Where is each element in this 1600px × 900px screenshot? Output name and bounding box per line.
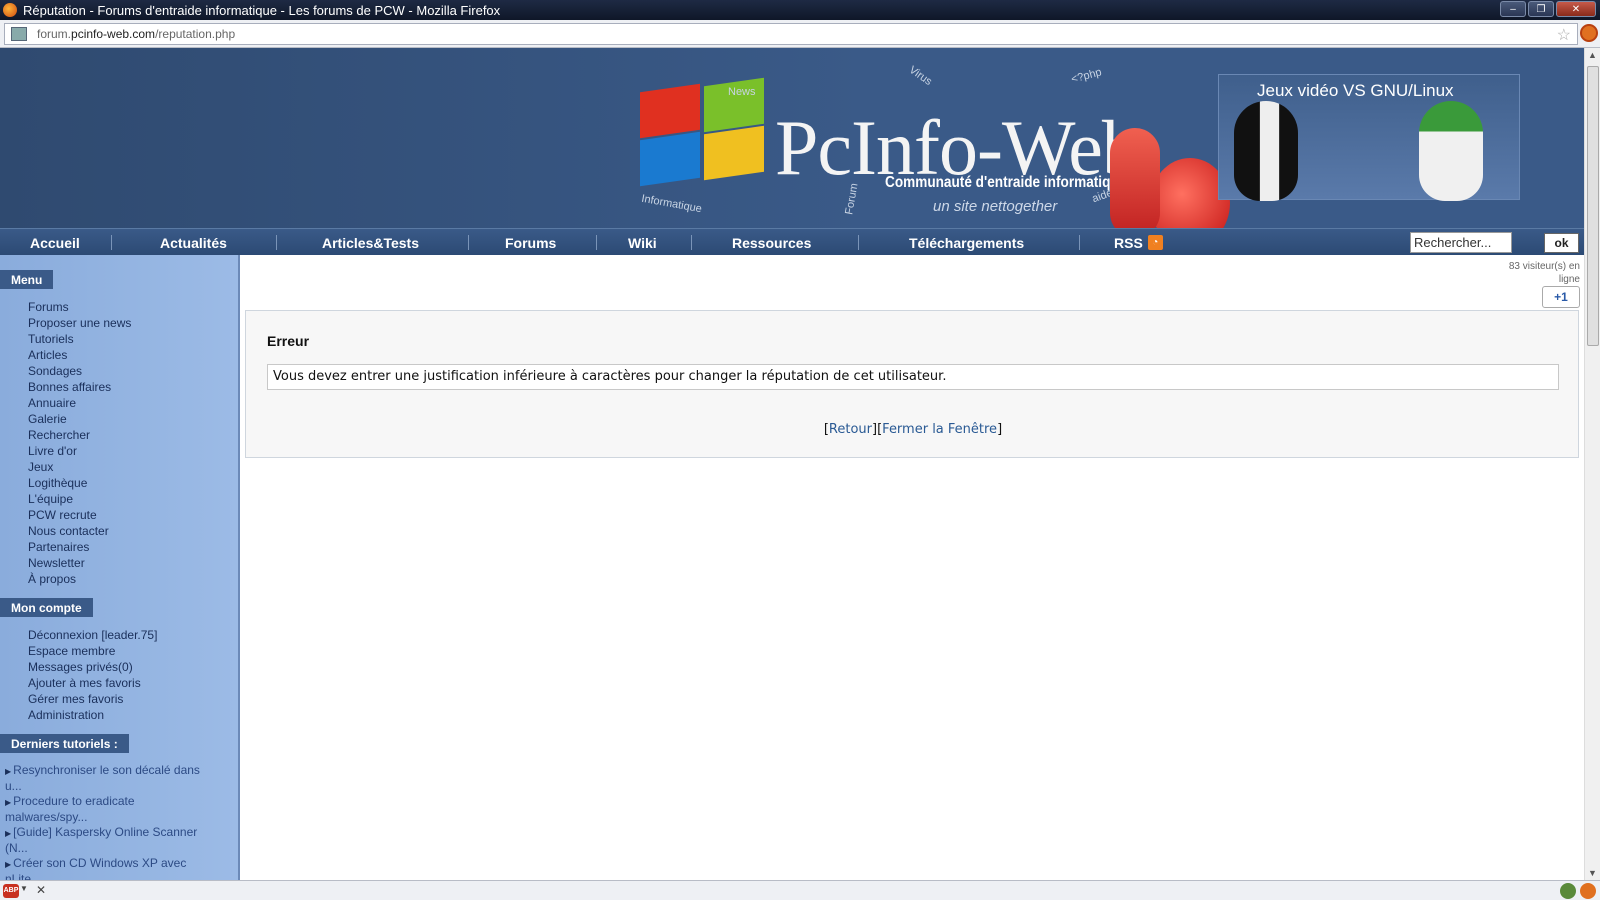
close-window-button[interactable]: ✕ [1556,1,1596,17]
menu-heading: Menu [0,270,54,289]
sidebar-item-deconnexion[interactable]: Déconnexion [leader.75] [28,628,157,642]
sidebar-item-articles[interactable]: Articles [28,348,67,362]
site-tagline: un site nettogether [933,198,1058,215]
nav-ressources[interactable]: Ressources [732,229,811,256]
scroll-down-arrow-icon[interactable]: ▼ [1588,868,1597,878]
search-input[interactable] [1410,232,1512,253]
window-titlebar: Réputation - Forums d'entraide informati… [0,0,1600,20]
close-window-link[interactable]: Fermer la Fenêtre [882,422,997,437]
sidebar-item-annuaire[interactable]: Annuaire [28,396,76,410]
google-plusone-button[interactable]: +1 [1542,286,1580,308]
sidebar-item-pcw-recrute[interactable]: PCW recrute [28,508,97,522]
sidebar-item-a-propos[interactable]: À propos [28,572,76,586]
sidebar-item-newsletter[interactable]: Newsletter [28,556,85,570]
online-visitors-count: 83 visiteur(s) en ligne [1508,261,1580,285]
tutorials-heading: Derniers tutoriels : [0,734,129,753]
translate-addon-icon[interactable] [1560,883,1576,899]
adblock-status-icon[interactable]: ABP [3,884,19,898]
adblock-addon-icon[interactable] [1580,883,1596,899]
back-link[interactable]: Retour [829,422,872,437]
scrollbar-thumb[interactable] [1587,66,1599,346]
scroll-up-arrow-icon[interactable]: ▲ [1588,50,1597,60]
rss-icon: ◔ [1147,235,1163,250]
sidebar-item-tutoriels[interactable]: Tutoriels [28,332,74,346]
deco-word: Virus [906,63,935,89]
firefox-icon [3,3,17,17]
site-header-banner: News Virus <?php Informatique Forum aide… [0,48,1584,228]
tutorial-link[interactable]: ▶ Resynchroniser le son décalé dans u... [5,763,210,794]
nav-rss-label: RSS [1114,234,1143,251]
chevron-down-icon[interactable]: ▼ [20,884,28,893]
status-addon-icons [1560,883,1596,899]
status-bar: ABP ▼ ✕ [0,880,1600,900]
sidebar-item-equipe[interactable]: L'équipe [28,492,73,506]
nav-telechargements[interactable]: Téléchargements [909,229,1024,256]
bullet-arrow-icon: ▶ [5,860,12,869]
nav-rss[interactable]: RSS ◔ [1114,229,1163,256]
promo-banner[interactable]: Jeux vidéo VS GNU/Linux [1218,74,1520,201]
deco-word: <?php [1069,66,1103,86]
site-subtitle: Communauté d'entraide informatique [885,174,1127,191]
penguin-gunner-image [1234,101,1298,201]
nav-actualites[interactable]: Actualités [160,229,227,256]
nav-accueil[interactable]: Accueil [30,229,80,256]
sidebar-item-messages-prives[interactable]: Messages privés(0) [28,660,133,674]
sidebar-item-administration[interactable]: Administration [28,708,104,722]
left-sidebar: Menu Forums Proposer une news Tutoriels … [0,255,240,880]
sidebar-item-jeux[interactable]: Jeux [28,460,53,474]
adblock-toolbar-icon[interactable] [1580,24,1598,42]
sidebar-item-livre-dor[interactable]: Livre d'or [28,444,77,458]
sidebar-item-proposer-news[interactable]: Proposer une news [28,316,131,330]
sidebar-item-sondages[interactable]: Sondages [28,364,82,378]
sidebar-item-ajouter-favoris[interactable]: Ajouter à mes favoris [28,676,141,690]
deco-word: News [728,86,756,98]
nav-wiki[interactable]: Wiki [628,229,657,256]
sidebar-item-logitheque[interactable]: Logithèque [28,476,87,490]
minimize-button[interactable]: – [1500,1,1526,17]
error-panel: Erreur Vous devez entrer une justificati… [245,310,1579,458]
bookmark-star-icon[interactable]: ☆ [1557,25,1571,45]
bullet-arrow-icon: ▶ [5,798,12,807]
sidebar-item-bonnes-affaires[interactable]: Bonnes affaires [28,380,111,394]
tutorial-link[interactable]: ▶ [Guide] Kaspersky Online Scanner (N... [5,825,210,856]
tutorial-link[interactable]: ▶ Créer son CD Windows XP avec nLite... [5,856,210,880]
sidebar-item-galerie[interactable]: Galerie [28,412,67,426]
address-bar[interactable]: forum.pcinfo-web.com/reputation.php ☆ [4,23,1578,45]
sidebar-item-gerer-favoris[interactable]: Gérer mes favoris [28,692,123,706]
promo-title: Jeux vidéo VS GNU/Linux [1257,81,1454,100]
error-actions: [Retour][Fermer la Fenêtre] [823,422,1003,437]
account-heading: Mon compte [0,598,93,617]
main-navigation: Accueil Actualités Articles&Tests Forums… [0,228,1584,255]
url-text: forum.pcinfo-web.com/reputation.php [37,27,236,41]
navigation-toolbar: forum.pcinfo-web.com/reputation.php ☆ [0,20,1600,48]
deco-word: Informatique [640,192,703,216]
sidebar-item-contact[interactable]: Nous contacter [28,524,109,538]
nav-forums[interactable]: Forums [505,229,556,256]
sidebar-item-forums[interactable]: Forums [28,300,69,314]
window-controls: – ❐ ✕ [1500,1,1596,17]
penguin-link-image [1419,101,1483,201]
snail-mascot-image [1110,118,1230,228]
nav-articles-tests[interactable]: Articles&Tests [322,229,419,256]
vertical-scrollbar[interactable]: ▲ ▼ [1584,48,1600,880]
sidebar-item-partenaires[interactable]: Partenaires [28,540,89,554]
bullet-arrow-icon: ▶ [5,829,12,838]
bullet-arrow-icon: ▶ [5,767,12,776]
search-ok-button[interactable]: ok [1544,233,1579,253]
error-title: Erreur [267,333,310,349]
error-message: Vous devez entrer une justification infé… [267,364,1559,390]
sidebar-item-espace-membre[interactable]: Espace membre [28,644,115,658]
windows-flag-logo [640,77,770,188]
restore-button[interactable]: ❐ [1528,1,1554,17]
close-icon[interactable]: ✕ [36,883,46,897]
window-title: Réputation - Forums d'entraide informati… [23,2,501,18]
tutorial-link[interactable]: ▶ Procedure to eradicate malwares/spy... [5,794,210,825]
sidebar-item-rechercher[interactable]: Rechercher [28,428,90,442]
site-favicon-icon [11,27,27,41]
